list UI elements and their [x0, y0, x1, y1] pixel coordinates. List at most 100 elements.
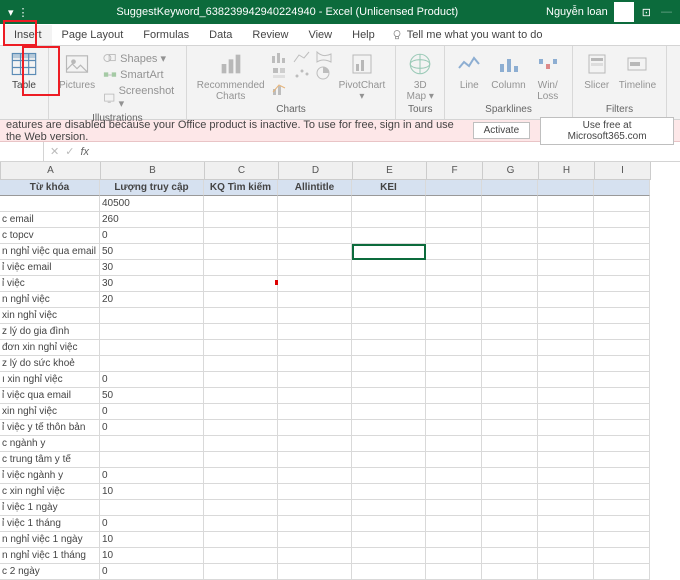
- cell[interactable]: [278, 196, 352, 212]
- line-chart-icon[interactable]: [293, 50, 311, 64]
- cell[interactable]: [538, 196, 594, 212]
- tab-data[interactable]: Data: [199, 25, 242, 45]
- cell[interactable]: [426, 420, 482, 436]
- pictures-button[interactable]: Pictures: [55, 48, 99, 93]
- cell[interactable]: 0: [100, 516, 204, 532]
- cell[interactable]: [426, 404, 482, 420]
- cell[interactable]: n nghỉ việc 1 ngày: [0, 532, 100, 548]
- cell[interactable]: [594, 324, 650, 340]
- cell[interactable]: [594, 260, 650, 276]
- cell[interactable]: [352, 324, 426, 340]
- cell[interactable]: [594, 500, 650, 516]
- cell[interactable]: c 2 ngày: [0, 564, 100, 580]
- cell[interactable]: [204, 468, 278, 484]
- cell[interactable]: [594, 436, 650, 452]
- cell[interactable]: [100, 500, 204, 516]
- cell[interactable]: [352, 484, 426, 500]
- cell[interactable]: [278, 420, 352, 436]
- tab-review[interactable]: Review: [242, 25, 298, 45]
- cell[interactable]: [482, 468, 538, 484]
- tab-page-layout[interactable]: Page Layout: [52, 25, 134, 45]
- fx-icon[interactable]: fx: [80, 146, 89, 158]
- cell[interactable]: [482, 356, 538, 372]
- cell[interactable]: [352, 516, 426, 532]
- cell[interactable]: n nghỉ việc: [0, 292, 100, 308]
- bar-chart-icon[interactable]: [271, 50, 289, 64]
- cell[interactable]: [426, 308, 482, 324]
- cell[interactable]: 0: [100, 404, 204, 420]
- cell[interactable]: [538, 356, 594, 372]
- cell[interactable]: [538, 564, 594, 580]
- cell[interactable]: [482, 436, 538, 452]
- cell[interactable]: [0, 196, 100, 212]
- cell[interactable]: [204, 548, 278, 564]
- cell[interactable]: c ngành y: [0, 436, 100, 452]
- cell[interactable]: [594, 180, 650, 196]
- col-header[interactable]: H: [539, 162, 595, 180]
- cell[interactable]: 0: [100, 468, 204, 484]
- cell[interactable]: [352, 308, 426, 324]
- cell[interactable]: [594, 356, 650, 372]
- cell[interactable]: [594, 404, 650, 420]
- cell[interactable]: [100, 308, 204, 324]
- cell[interactable]: [538, 548, 594, 564]
- activate-button[interactable]: Activate: [473, 122, 531, 139]
- cell[interactable]: 30: [100, 260, 204, 276]
- cell[interactable]: [278, 468, 352, 484]
- cell[interactable]: [352, 260, 426, 276]
- cell[interactable]: [204, 564, 278, 580]
- cell[interactable]: [594, 420, 650, 436]
- cell[interactable]: ỉ việc email: [0, 260, 100, 276]
- cell[interactable]: [482, 308, 538, 324]
- cell[interactable]: [352, 340, 426, 356]
- cell[interactable]: [278, 260, 352, 276]
- cell[interactable]: [594, 228, 650, 244]
- cell[interactable]: [278, 516, 352, 532]
- cell[interactable]: [538, 228, 594, 244]
- cell[interactable]: [278, 356, 352, 372]
- cell[interactable]: [204, 324, 278, 340]
- cell[interactable]: [482, 548, 538, 564]
- cell[interactable]: [482, 292, 538, 308]
- cell[interactable]: [352, 468, 426, 484]
- cell[interactable]: [352, 244, 426, 260]
- spreadsheet-grid[interactable]: A B C D E F G H I Từ khóaLượng truy cậpK…: [0, 162, 680, 580]
- cell[interactable]: [538, 276, 594, 292]
- cell[interactable]: [426, 356, 482, 372]
- cell[interactable]: [538, 340, 594, 356]
- cell[interactable]: [538, 180, 594, 196]
- cell[interactable]: 260: [100, 212, 204, 228]
- cell[interactable]: [352, 500, 426, 516]
- arrow-dropdown-icon[interactable]: ▾: [8, 6, 14, 19]
- cell[interactable]: z lý do gia đình: [0, 324, 100, 340]
- cell[interactable]: [426, 388, 482, 404]
- col-header[interactable]: E: [353, 162, 427, 180]
- cell[interactable]: [204, 420, 278, 436]
- cell[interactable]: [278, 484, 352, 500]
- cell[interactable]: [594, 212, 650, 228]
- cell[interactable]: c xin nghỉ việc: [0, 484, 100, 500]
- cell[interactable]: 10: [100, 484, 204, 500]
- hierarchy-chart-icon[interactable]: [271, 66, 289, 80]
- smartart-button[interactable]: SmartArt: [101, 67, 178, 83]
- cell[interactable]: [278, 276, 352, 292]
- cell[interactable]: [426, 516, 482, 532]
- cell[interactable]: 0: [100, 564, 204, 580]
- tab-help[interactable]: Help: [342, 25, 385, 45]
- combo-chart-icon[interactable]: [271, 82, 289, 96]
- cell[interactable]: [278, 228, 352, 244]
- cell[interactable]: [278, 324, 352, 340]
- cell[interactable]: [482, 244, 538, 260]
- cell[interactable]: 30: [100, 276, 204, 292]
- cell[interactable]: ỉ việc: [0, 276, 100, 292]
- cell[interactable]: [278, 244, 352, 260]
- cell[interactable]: [352, 404, 426, 420]
- cell[interactable]: [482, 420, 538, 436]
- cell[interactable]: [482, 196, 538, 212]
- col-header[interactable]: B: [101, 162, 205, 180]
- cell[interactable]: [278, 292, 352, 308]
- cell[interactable]: [538, 404, 594, 420]
- cell[interactable]: [426, 484, 482, 500]
- cell[interactable]: [538, 324, 594, 340]
- cell[interactable]: [594, 196, 650, 212]
